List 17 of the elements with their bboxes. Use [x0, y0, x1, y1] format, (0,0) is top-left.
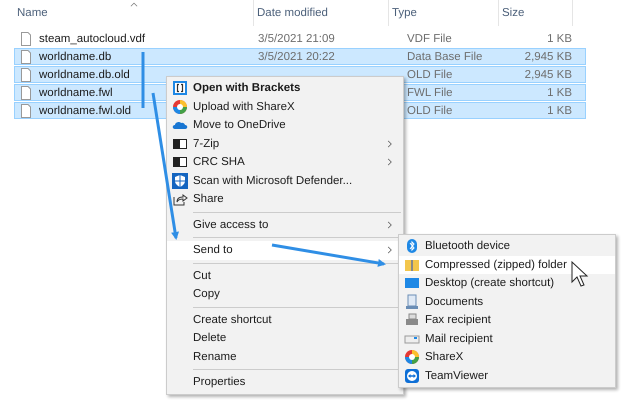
file-type: Data Base File: [407, 50, 482, 62]
date-modified: 3/5/2021 21:09: [258, 32, 335, 44]
file-name: worldname.fwl: [39, 86, 112, 98]
file-name: worldname.fwl.old: [39, 104, 132, 116]
file-size: 2,945 KB: [524, 50, 572, 62]
file-size: 2,945 KB: [524, 68, 572, 80]
file-type: FWL File: [407, 86, 453, 98]
file-type: OLD File: [407, 104, 452, 116]
file-name: steam_autocloud.vdf: [39, 32, 146, 44]
file-size: 1 KB: [547, 86, 572, 98]
file-name: worldname.db: [39, 50, 112, 62]
file-type: OLD File: [407, 68, 452, 80]
file-size: 1 KB: [547, 32, 572, 44]
file-type: VDF File: [407, 32, 452, 44]
file-size: 1 KB: [547, 104, 572, 116]
date-modified: 3/5/2021 20:22: [258, 50, 335, 62]
file-name: worldname.db.old: [39, 68, 130, 80]
